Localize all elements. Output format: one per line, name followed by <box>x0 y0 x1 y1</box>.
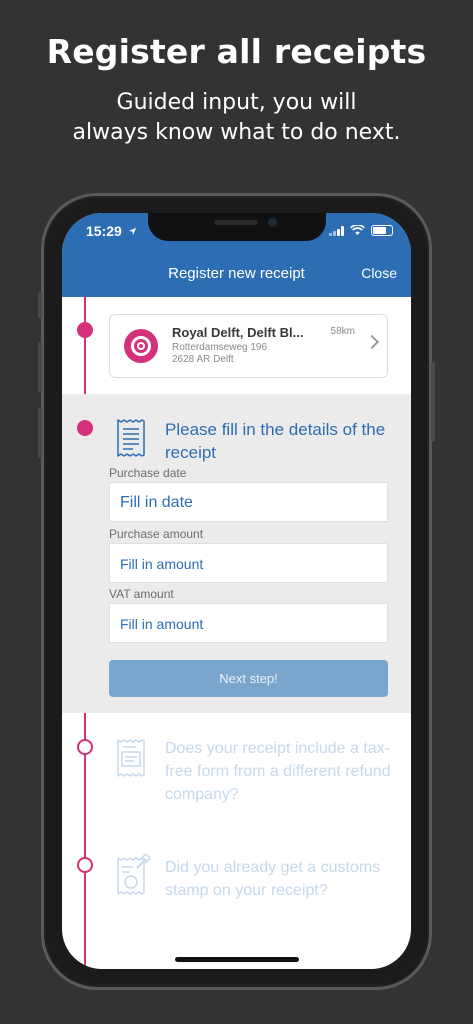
step-taxfree-question: Does your receipt include a tax-free for… <box>165 740 391 803</box>
phone-notch <box>148 213 326 241</box>
promo-subtitle-line2: always know what to do next. <box>72 120 401 145</box>
store-name: Royal Delft, Delft Bl... <box>172 325 304 340</box>
store-address-line1: Rotterdamseweg 196 <box>172 342 268 353</box>
store-address-line2: 2628 AR Delft <box>172 354 234 365</box>
navigation-bar: 15:29 Register new receipt Close <box>62 213 411 297</box>
purchase-amount-label: Purchase amount <box>109 527 204 541</box>
vat-amount-label: VAT amount <box>109 587 174 601</box>
timeline-dot-store <box>77 322 93 338</box>
phone-power-button <box>431 362 435 442</box>
timeline-dot-customs <box>77 857 93 873</box>
purchase-date-label: Purchase date <box>109 466 187 480</box>
battery-icon <box>371 225 393 236</box>
details-title: Please fill in the details of the receip… <box>165 420 386 462</box>
chevron-right-icon <box>364 334 380 350</box>
status-time: 15:29 <box>86 223 137 239</box>
timeline-dot-taxfree <box>77 739 93 755</box>
phone-volume-up <box>38 342 42 392</box>
status-icons <box>329 225 393 236</box>
promo-subtitle-line1: Guided input, you will <box>116 90 357 115</box>
step-customs-question: Did you already get a customs stamp on y… <box>165 859 381 899</box>
phone-mute-switch <box>38 292 42 318</box>
store-address: Rotterdamseweg 196 2628 AR Delft <box>172 342 267 366</box>
app-screen: 15:29 Register new receipt Close Royal D… <box>62 213 411 969</box>
wifi-icon <box>350 225 365 236</box>
phone-volume-down <box>38 408 42 458</box>
status-time-text: 15:29 <box>86 223 122 239</box>
promo-subtitle: Guided input, you will always know what … <box>0 88 473 148</box>
signal-icon <box>329 225 344 236</box>
purchase-date-field[interactable]: Fill in date <box>109 482 388 522</box>
location-arrow-icon <box>128 227 136 236</box>
vat-amount-field[interactable]: Fill in amount <box>109 603 388 643</box>
timeline-dot-details <box>77 420 93 436</box>
next-step-button[interactable]: Next step! <box>109 660 388 697</box>
receipt-icon <box>117 419 145 457</box>
receipt-details-section: Please fill in the details of the receip… <box>62 394 411 713</box>
receipt-form-icon <box>117 739 145 777</box>
receipt-stamp-icon <box>117 854 150 895</box>
close-button[interactable]: Close <box>361 265 397 281</box>
store-card[interactable]: Royal Delft, Delft Bl... 58km Rotterdams… <box>109 314 388 378</box>
promo-title: Register all receipts <box>46 32 427 71</box>
home-indicator[interactable] <box>175 957 299 962</box>
store-distance: 58km <box>330 326 355 337</box>
purchase-amount-field[interactable]: Fill in amount <box>109 543 388 583</box>
page-title: Register new receipt <box>168 265 305 282</box>
store-logo-icon <box>124 329 158 363</box>
